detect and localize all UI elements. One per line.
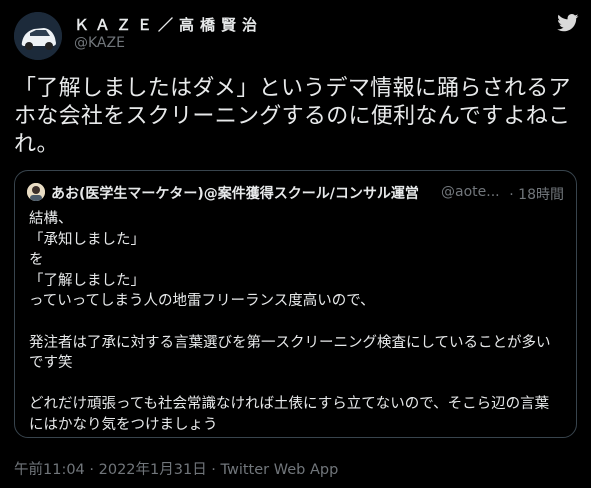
person-avatar-icon: [27, 183, 45, 201]
car-avatar-icon: [14, 12, 62, 60]
tweet-timestamp[interactable]: 午前11:04 · 2022年1月31日 · Twitter Web App: [14, 458, 338, 479]
tweet-header: ＫＡＺＥ／高橋賢治 @KAZE: [14, 12, 579, 60]
quoted-line: [29, 312, 569, 333]
quoted-tweet-header: あお(医学生マーケター)@案件獲得スクール/コンサル運営 @aote... · …: [27, 183, 564, 203]
quoted-line: どれだけ頑張っても社会常識なければ土俵にすら立てないので、そこら辺の言葉: [29, 396, 550, 413]
tweet-text: 「了解しましたはダメ」というデマ情報に踊らされるアホな会社をスクリーニングするの…: [14, 76, 571, 157]
quoted-line: です笑: [29, 355, 73, 372]
quoted-line: 「了解しました」: [29, 272, 145, 289]
author-avatar[interactable]: [14, 12, 62, 60]
quoted-line: にはかなり気をつけましょう: [29, 416, 218, 433]
author-handle[interactable]: @KAZE: [74, 35, 125, 51]
quoted-author-avatar: [27, 183, 45, 201]
quoted-line: っていってしまう人の地雷フリーランス度高いので、: [29, 293, 375, 310]
quoted-line: を: [29, 252, 44, 269]
quoted-line: 発注者は了承に対する言葉選びを第一スクリーニング検査にしていることが多い: [29, 334, 551, 351]
quoted-author-name: あお(医学生マーケター)@案件獲得スクール/コンサル運営: [51, 186, 419, 202]
quoted-tweet[interactable]: あお(医学生マーケター)@案件獲得スクール/コンサル運営 @aote... · …: [14, 170, 577, 438]
quoted-line: 「承知しました」: [29, 231, 145, 248]
quoted-line: 結構、: [29, 211, 73, 227]
author-display-name[interactable]: ＫＡＺＥ／高橋賢治: [74, 14, 263, 35]
quoted-line: [29, 374, 569, 395]
quoted-tweet-body: 結構、 「承知しました」 を 「了解しました」 っていってしまう人の地雷フリーラ…: [29, 209, 569, 436]
twitter-bird-icon[interactable]: [557, 14, 579, 32]
quoted-author-handle: @aote...: [441, 184, 500, 200]
quoted-tweet-time: · 18時間: [509, 187, 564, 203]
